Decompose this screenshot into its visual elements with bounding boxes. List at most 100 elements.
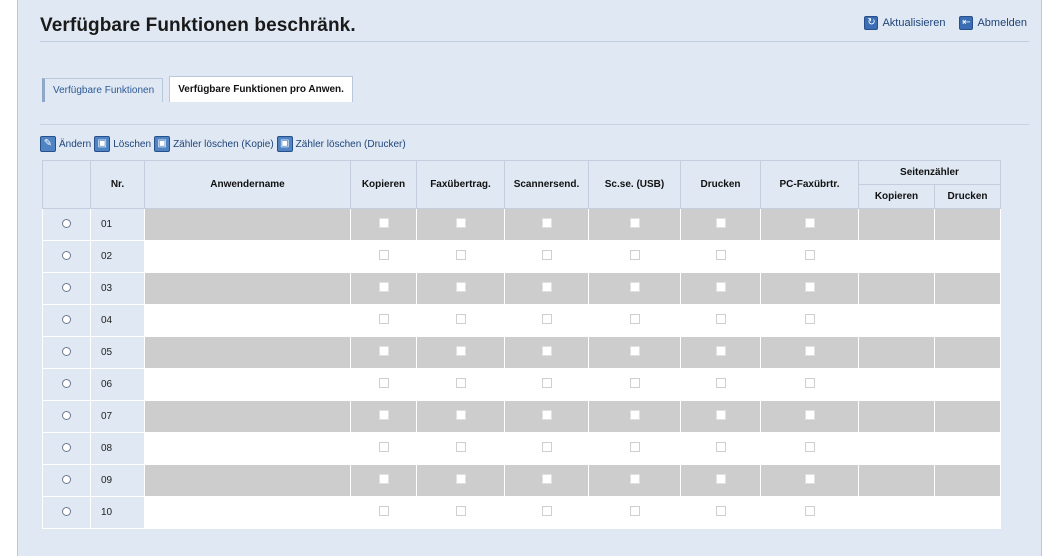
tab-available-functions-per-user[interactable]: Verfügbare Funktionen pro Anwen. <box>169 76 353 102</box>
fax-checkbox[interactable] <box>455 410 466 420</box>
refresh-button[interactable]: ↻ Aktualisieren <box>864 16 945 30</box>
user-name-cell <box>144 240 351 273</box>
row-select-radio[interactable] <box>62 282 71 292</box>
scanner-checkbox[interactable] <box>541 218 552 228</box>
fax-checkbox[interactable] <box>455 378 466 388</box>
table-row: 07 <box>42 400 1001 433</box>
row-select-cell <box>42 368 91 401</box>
scanner-checkbox[interactable] <box>541 410 552 420</box>
table-row: 10 <box>42 496 1001 529</box>
fax-checkbox[interactable] <box>455 282 466 292</box>
scanner-checkbox[interactable] <box>541 442 552 452</box>
scan-usb-checkbox[interactable] <box>629 378 640 388</box>
scanner-checkbox[interactable] <box>541 314 552 324</box>
print-checkbox[interactable] <box>715 314 726 324</box>
row-select-radio[interactable] <box>62 346 71 356</box>
row-select-radio[interactable] <box>62 474 71 484</box>
clear-copy-counter-button[interactable]: ▣ Zähler löschen (Kopie) <box>154 136 274 152</box>
user-name-cell <box>144 304 351 337</box>
scanner-checkbox[interactable] <box>541 474 552 484</box>
row-select-radio[interactable] <box>62 378 71 388</box>
fax-checkbox[interactable] <box>455 346 466 356</box>
copy-checkbox[interactable] <box>378 474 389 484</box>
row-select-radio[interactable] <box>62 506 71 516</box>
print-checkbox[interactable] <box>715 506 726 516</box>
scanner-cell <box>504 304 589 337</box>
copy-checkbox[interactable] <box>378 218 389 228</box>
pc-fax-checkbox[interactable] <box>804 218 815 228</box>
copy-checkbox[interactable] <box>378 314 389 324</box>
pc-fax-checkbox[interactable] <box>804 346 815 356</box>
scan-usb-checkbox[interactable] <box>629 282 640 292</box>
pc-fax-checkbox[interactable] <box>804 314 815 324</box>
copy-checkbox[interactable] <box>378 346 389 356</box>
fax-cell <box>416 432 505 465</box>
copy-cell <box>350 304 417 337</box>
print-checkbox[interactable] <box>715 218 726 228</box>
fax-checkbox[interactable] <box>455 474 466 484</box>
print-checkbox[interactable] <box>715 378 726 388</box>
user-name-cell <box>144 432 351 465</box>
row-select-radio[interactable] <box>62 442 71 452</box>
scanner-checkbox[interactable] <box>541 346 552 356</box>
pc-fax-checkbox[interactable] <box>804 282 815 292</box>
table-row: 09 <box>42 464 1001 497</box>
fax-checkbox[interactable] <box>455 506 466 516</box>
print-checkbox[interactable] <box>715 442 726 452</box>
copy-checkbox[interactable] <box>378 410 389 420</box>
scan-usb-checkbox[interactable] <box>629 474 640 484</box>
copy-checkbox[interactable] <box>378 250 389 260</box>
row-number: 10 <box>90 496 145 529</box>
scanner-checkbox[interactable] <box>541 506 552 516</box>
row-select-radio[interactable] <box>62 250 71 260</box>
fax-checkbox[interactable] <box>455 442 466 452</box>
print-checkbox[interactable] <box>715 410 726 420</box>
print-checkbox[interactable] <box>715 282 726 292</box>
print-checkbox[interactable] <box>715 346 726 356</box>
pc-fax-checkbox[interactable] <box>804 250 815 260</box>
scan-usb-cell <box>588 240 681 273</box>
row-number: 07 <box>90 400 145 433</box>
copy-checkbox[interactable] <box>378 442 389 452</box>
scan-usb-cell <box>588 208 681 241</box>
print-checkbox[interactable] <box>715 474 726 484</box>
scanner-cell <box>504 432 589 465</box>
pc-fax-checkbox[interactable] <box>804 442 815 452</box>
print-checkbox[interactable] <box>715 250 726 260</box>
scan-usb-checkbox[interactable] <box>629 506 640 516</box>
scanner-checkbox[interactable] <box>541 282 552 292</box>
fax-checkbox[interactable] <box>455 250 466 260</box>
scanner-checkbox[interactable] <box>541 378 552 388</box>
user-name-cell <box>144 464 351 497</box>
scan-usb-checkbox[interactable] <box>629 346 640 356</box>
row-number: 03 <box>90 272 145 305</box>
delete-button[interactable]: ▣ Löschen <box>94 136 151 152</box>
scan-usb-checkbox[interactable] <box>629 314 640 324</box>
clear-print-counter-button[interactable]: ▣ Zähler löschen (Drucker) <box>276 136 406 152</box>
fax-checkbox[interactable] <box>455 314 466 324</box>
copy-cell <box>350 272 417 305</box>
copy-checkbox[interactable] <box>378 506 389 516</box>
scanner-checkbox[interactable] <box>541 250 552 260</box>
edit-button[interactable]: ✎ Ändern <box>40 136 91 152</box>
scan-usb-checkbox[interactable] <box>629 410 640 420</box>
row-number: 06 <box>90 368 145 401</box>
pc-fax-checkbox[interactable] <box>804 378 815 388</box>
tab-available-functions[interactable]: Verfügbare Funktionen <box>42 78 164 102</box>
copy-checkbox[interactable] <box>378 282 389 292</box>
pc-fax-checkbox[interactable] <box>804 474 815 484</box>
row-select-radio[interactable] <box>62 314 71 324</box>
scan-usb-checkbox[interactable] <box>629 250 640 260</box>
scan-usb-checkbox[interactable] <box>629 218 640 228</box>
row-select-radio[interactable] <box>62 410 71 420</box>
scan-usb-checkbox[interactable] <box>629 442 640 452</box>
row-select-radio[interactable] <box>62 218 71 228</box>
logout-button[interactable]: ⇤ Abmelden <box>959 16 1027 30</box>
pc-fax-cell <box>760 272 859 305</box>
pc-fax-checkbox[interactable] <box>804 410 815 420</box>
print-cell <box>680 496 761 529</box>
edit-icon: ✎ <box>40 136 56 152</box>
copy-checkbox[interactable] <box>378 378 389 388</box>
pc-fax-checkbox[interactable] <box>804 506 815 516</box>
fax-checkbox[interactable] <box>455 218 466 228</box>
